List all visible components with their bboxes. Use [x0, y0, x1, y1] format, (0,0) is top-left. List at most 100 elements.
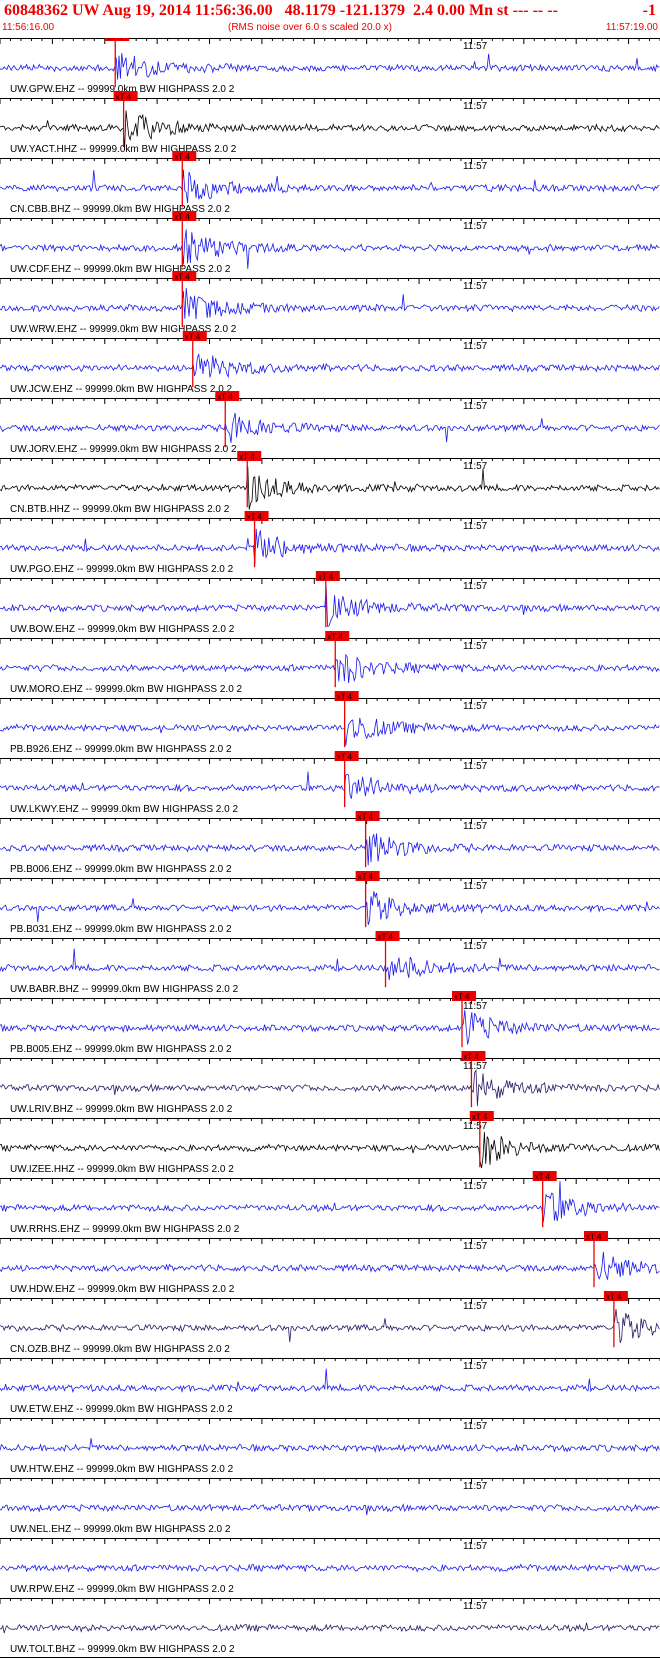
trace-row: 11:57 UW.BOW.EHZ -- 99999.0km BW HIGHPASS… [0, 571, 660, 635]
time-tick-label: 11:57 [463, 461, 488, 472]
waveform [0, 891, 660, 926]
trace-row: 11:57 UW.MORO.EHZ -- 99999.0km BW HIGHPAS… [0, 631, 660, 695]
pick-label: xT 4 [185, 333, 201, 342]
waveform [0, 1622, 660, 1634]
time-tick-label: 11:57 [463, 101, 488, 112]
time-tick-label: 11:57 [463, 281, 488, 292]
pick-label: xT 4 [358, 813, 374, 822]
station-label: UW.BABR.BHZ -- 99999.0km BW HIGHPASS 2.0… [10, 984, 239, 995]
trace-row: 11:57 CN.CBB.BHZ -- 99999.0km BW HIGHPASS… [0, 151, 660, 215]
station-label: UW.CDF.EHZ -- 99999.0km BW HIGHPASS 2.0 … [10, 264, 231, 275]
pick-label: xT 4 [107, 38, 123, 42]
time-tick-label: 11:57 [463, 701, 488, 712]
station-label: UW.IZEE.HHZ -- 99999.0km BW HIGHPASS 2.0… [10, 1164, 234, 1175]
time-tick-label: 11:57 [463, 161, 488, 172]
time-tick-label: 11:57 [463, 1001, 488, 1012]
trace-row: 11:57 CN.BTB.HHZ -- 99999.0km BW HIGHPASS… [0, 451, 660, 515]
trace-row: 11:57 CN.OZB.BHZ -- 99999.0km BW HIGHPASS… [0, 1291, 660, 1355]
start-time-label: 11:56:16.00 [2, 22, 55, 33]
trace-row: 11:57 PB.B005.EHZ -- 99999.0km BW HIGHPAS… [0, 991, 660, 1055]
waveform [0, 1563, 660, 1573]
chart-title: 60848362 UW Aug 19, 2014 11:56:36.00 48.… [4, 2, 558, 19]
trace-row: 11:57 UW.RRHS.EHZ -- 99999.0km BW HIGHPAS… [0, 1171, 660, 1235]
time-tick-label: 11:57 [463, 941, 488, 952]
pick-label: xT 4 [378, 933, 394, 942]
time-tick-label: 11:57 [463, 1121, 488, 1132]
station-label: CN.OZB.BHZ -- 99999.0km BW HIGHPASS 2.0 … [10, 1344, 230, 1355]
waveform [0, 948, 660, 980]
time-tick-label: 11:57 [463, 1181, 488, 1192]
pick-label: xT 4 [463, 1053, 479, 1062]
waveform [0, 1068, 660, 1107]
waveform [0, 412, 660, 443]
time-tick-label: 11:57 [463, 1061, 488, 1072]
trace-row: 11:57 UW.IZEE.HHZ -- 99999.0km BW HIGHPAS… [0, 1111, 660, 1175]
scaling-note: (RMS noise over 6.0 s scaled 20.0 x) [228, 22, 392, 33]
time-tick-label: 11:57 [463, 1601, 488, 1612]
pick-label: xT 4 [606, 1293, 622, 1302]
pick-label: xT 4 [586, 1233, 602, 1242]
waveform [0, 1131, 660, 1169]
pick-label: xT 4 [327, 633, 343, 642]
time-tick-label: 11:57 [463, 341, 488, 352]
waveform [0, 1181, 660, 1223]
time-tick-label: 11:57 [463, 221, 488, 232]
waveform [0, 1503, 660, 1515]
trace-row: 11:57 UW.JORV.EHZ -- 99999.0km BW HIGHPAS… [0, 391, 660, 455]
pick-label: xT 4 [318, 573, 334, 582]
trace-row: 11:57 UW.JCW.EHZ -- 99999.0km BW HIGHPASS… [0, 331, 660, 395]
trace-row: 11:57 PB.B926.EHZ -- 99999.0km BW HIGHPAS… [0, 691, 660, 755]
station-label: UW.RRHS.EHZ -- 99999.0km BW HIGHPASS 2.0… [10, 1224, 240, 1235]
trace-row: 11:57 UW.RPW.EHZ -- 99999.0km BW HIGHPASS… [0, 1538, 660, 1595]
time-tick-label: 11:57 [463, 1301, 488, 1312]
time-tick-label: 11:57 [463, 1541, 488, 1552]
pick-label: xT 4 [472, 1113, 488, 1122]
waveform [0, 1438, 660, 1453]
time-tick-label: 11:57 [463, 641, 488, 652]
trace-row: 11:57 UW.CDF.EHZ -- 99999.0km BW HIGHPASS… [0, 211, 660, 275]
station-label: UW.JCW.EHZ -- 99999.0km BW HIGHPASS 2.0 … [10, 384, 233, 395]
time-tick-label: 11:57 [463, 1361, 488, 1372]
time-tick-label: 11:57 [463, 521, 488, 532]
station-label: UW.HTW.EHZ -- 99999.0km BW HIGHPASS 2.0 … [10, 1464, 234, 1475]
time-tick-label: 11:57 [463, 1241, 488, 1252]
trace-row: 11:57UW.GPW.EHZ -- 99999.0km BW HIGHPASS… [0, 38, 660, 95]
time-tick-label: 11:57 [463, 881, 488, 892]
pick-label: xT 4 [174, 153, 190, 162]
trace-row: 11:57 UW.PGO.EHZ -- 99999.0km BW HIGHPASS… [0, 511, 660, 575]
station-label: PB.B031.EHZ -- 99999.0km BW HIGHPASS 2.0… [10, 924, 232, 935]
waveform [0, 653, 660, 684]
waveform [0, 353, 660, 379]
trace-row: 11:57 UW.HDW.EHZ -- 99999.0km BW HIGHPASS… [0, 1231, 660, 1295]
station-label: UW.ETW.EHZ -- 99999.0km BW HIGHPASS 2.0 … [10, 1404, 233, 1415]
station-label: UW.HDW.EHZ -- 99999.0km BW HIGHPASS 2.0 … [10, 1284, 235, 1295]
waveform [0, 528, 660, 565]
station-label: UW.BOW.EHZ -- 99999.0km BW HIGHPASS 2.0 … [10, 624, 235, 635]
end-time-label: 11:57:19.00 [605, 22, 658, 33]
station-label: UW.LKWY.EHZ -- 99999.0km BW HIGHPASS 2.0… [10, 804, 238, 815]
trace-row: 11:57 PB.B031.EHZ -- 99999.0km BW HIGHPAS… [0, 871, 660, 935]
time-tick-label: 11:57 [463, 41, 488, 52]
waveform [0, 586, 660, 628]
station-label: UW.PGO.EHZ -- 99999.0km BW HIGHPASS 2.0 … [10, 564, 234, 575]
station-label: PB.B005.EHZ -- 99999.0km BW HIGHPASS 2.0… [10, 1044, 232, 1055]
time-tick-label: 11:57 [463, 761, 488, 772]
pick-label: xT 4 [239, 453, 255, 462]
station-label: UW.NEL.EHZ -- 99999.0km BW HIGHPASS 2.0 … [10, 1524, 231, 1535]
station-label: UW.JORV.EHZ -- 99999.0km BW HIGHPASS 2.0… [10, 444, 237, 455]
waveform [0, 229, 660, 269]
pick-label: xT 4 [337, 753, 353, 762]
waveform [0, 169, 660, 204]
trace-row: 11:57 PB.B006.EHZ -- 99999.0km BW HIGHPAS… [0, 811, 660, 875]
time-tick-label: 11:57 [463, 821, 488, 832]
trace-row: 11:57UW.YACT.HHZ -- 99999.0km BW HIGHPAS… [0, 91, 660, 155]
time-tick-label: 11:57 [463, 1421, 488, 1432]
time-tick-label: 11:57 [463, 401, 488, 412]
trace-row: 11:57 UW.HTW.EHZ -- 99999.0km BW HIGHPASS… [0, 1418, 660, 1475]
waveform [0, 771, 660, 799]
pick-label: xT 4 [116, 93, 132, 102]
waveform [0, 833, 660, 866]
pick-label: xT 4 [337, 693, 353, 702]
waveform [0, 52, 660, 80]
pick-label: xT 4 [174, 273, 190, 282]
